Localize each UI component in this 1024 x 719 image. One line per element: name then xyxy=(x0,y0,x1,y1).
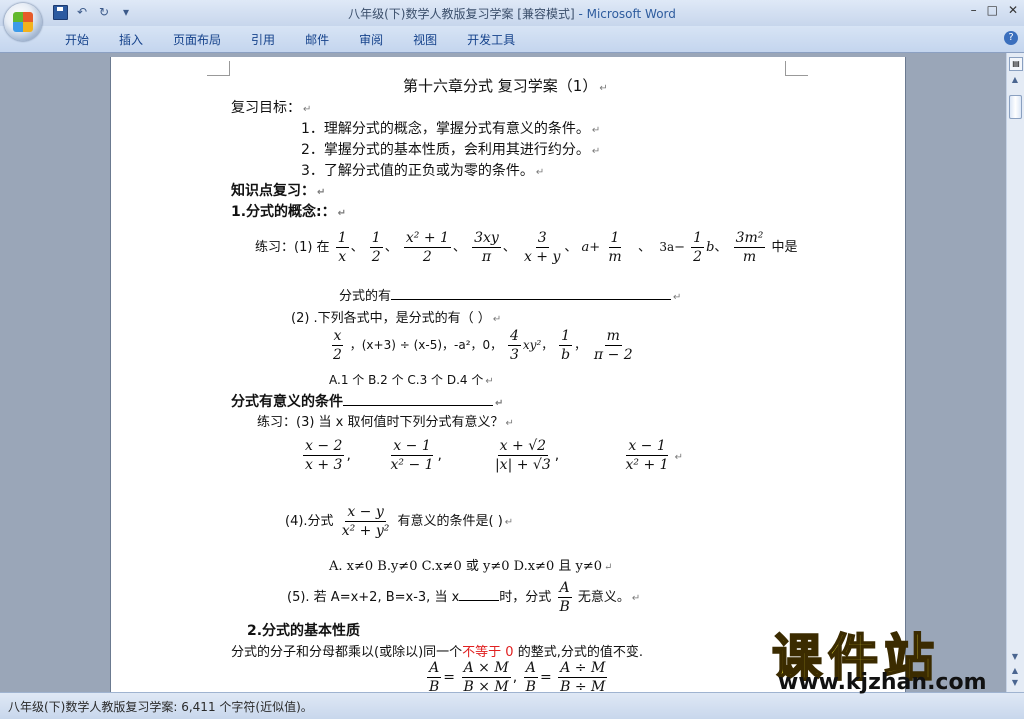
window-title: 八年级(下)数学人教版复习学案 [兼容模式] - Microsoft Word xyxy=(0,5,1024,22)
help-button[interactable]: ? xyxy=(1004,31,1018,45)
exercise-1-answer: 分式的有 ↵ xyxy=(339,289,682,304)
exercise-4: (4).分式 x − y x² + y² 有意义的条件是( ) ↵ xyxy=(285,504,514,539)
exercise-2-expressions: x2 ，(x+3) ÷ (x-5)，-a²，0， 4 3 xy²， 1 b， mπ −… xyxy=(331,328,633,363)
fraction-3xy-over-pi: 3xy π xyxy=(472,230,501,265)
tab-references[interactable]: 引用 xyxy=(236,31,290,48)
exercise-3-fractions: x − 2x + 3, x − 1 x² − 1, x + √2 |x| + √3,… xyxy=(303,438,683,473)
crop-mark-left xyxy=(207,61,230,76)
tab-insert[interactable]: 插入 xyxy=(104,31,158,48)
fraction-4-over-3: 43 xyxy=(507,328,521,363)
goals-label: 复习目标： ↵ xyxy=(231,100,312,116)
status-text: 八年级(下)数学人教版复习学案: 6,411 个字符(近似值)。 xyxy=(8,700,313,714)
fraction-1-over-2-b: 12 xyxy=(691,230,705,265)
property-text: 分式的分子和分母都乘以(或除以)同一个不等于 0 的整式,分式的值不变. xyxy=(231,645,643,660)
exercise-4-choices: A. x≠0 B.y≠0 C.x≠0 或 y≠0 D.x≠0 且 y≠0 ↵ xyxy=(329,559,613,574)
fraction-3-over-xpy: 3x + y xyxy=(523,230,561,265)
ruler-toggle-icon[interactable]: ▤ xyxy=(1009,57,1023,71)
crop-mark-right xyxy=(785,61,808,76)
help-icon: ? xyxy=(1008,32,1014,43)
fraction-sqrt-over-abs: x + √2 |x| + √3 xyxy=(494,438,551,473)
document-page[interactable]: 第十六章分式 复习学案（1） ↵ 复习目标： ↵ 1．理解分式的概念，掌握分式有意义… xyxy=(110,57,906,692)
fraction-AdM-over-BdM: A ÷ MB ÷ M xyxy=(558,660,608,692)
fraction-A-over-B-right: AB xyxy=(523,660,538,692)
goal-1: 1．理解分式的概念，掌握分式有意义的条件。 ↵ xyxy=(301,121,601,137)
exercise-2: (2) .下列各式中，是分式的有（ ） ↵ xyxy=(291,311,502,326)
watermark: 课件站 www.kjzhan.com xyxy=(771,618,1012,695)
meaning-label: 分式有意义的条件 ↵ xyxy=(231,394,504,410)
tab-home[interactable]: 开始 xyxy=(50,31,104,48)
close-button[interactable]: ✕ xyxy=(1008,3,1018,17)
vertical-scrollbar[interactable]: ▤ ▲ ▼ ▲ ▼ xyxy=(1006,53,1024,692)
fraction-x2p1-over-2: x² + 12 xyxy=(403,230,451,265)
fraction-m-over-pim2: mπ − 2 xyxy=(593,328,633,363)
goal-3: 3．了解分式值的正负或为零的条件。 ↵ xyxy=(301,163,545,179)
review-label: 知识点复习： ↵ xyxy=(231,183,326,199)
concept-label: 1.分式的概念:： ↵ xyxy=(231,204,347,220)
ribbon: 开始 插入 页面布局 引用 邮件 审阅 视图 开发工具 ? xyxy=(0,26,1024,53)
office-button[interactable] xyxy=(4,3,42,41)
fraction-1-over-2: 12 xyxy=(369,230,383,265)
window-controls: – □ ✕ xyxy=(971,3,1018,17)
property-label: 2.分式的基本性质 xyxy=(247,623,361,639)
goal-2: 2．掌握分式的基本性质，会利用其进行约分。 ↵ xyxy=(301,142,601,158)
fraction-xmy-over-x2py2: x − y x² + y² xyxy=(341,504,390,539)
doc-heading: 第十六章分式 复习学案（1） ↵ xyxy=(403,77,608,95)
fraction-xm1-over-x2p1: x − 1 x² + 1 xyxy=(625,438,669,473)
fraction-xm2-over-xp3: x − 2x + 3 xyxy=(303,438,345,473)
fraction-1-over-x: 1x xyxy=(335,230,349,265)
exercise-1: 练习：(1) 在 1 x、 1 2、 x² + 1 2、 3xy π、 3x + y、 … xyxy=(255,230,798,265)
fraction-xm1-over-x2m1: x − 1 x² − 1 xyxy=(390,438,434,473)
exercise-3: 练习：(3) 当 x 取何值时下列分式有意义？ ↵ xyxy=(257,415,514,430)
tab-view[interactable]: 视图 xyxy=(398,31,452,48)
title-bar: ↶ ↻ ▾ 八年级(下)数学人教版复习学案 [兼容模式] - Microsoft… xyxy=(0,0,1024,41)
fraction-AxM-over-BxM: A × MB × M xyxy=(461,660,511,692)
status-bar: 八年级(下)数学人教版复习学案: 6,411 个字符(近似值)。 xyxy=(0,692,1024,719)
watermark-url: www.kjzhan.com xyxy=(778,670,987,695)
fraction-A-over-B: AB xyxy=(557,580,572,615)
fraction-A-over-B-left: AB xyxy=(427,660,442,692)
fraction-1-over-m: 1m xyxy=(608,230,622,265)
exercise-2-choices: A.1 个 B.2 个 C.3 个 D.4 个 ↵ xyxy=(329,373,494,387)
scroll-thumb[interactable] xyxy=(1009,95,1022,119)
scroll-up-arrow[interactable]: ▲ xyxy=(1009,75,1021,87)
document-title: 八年级(下)数学人教版复习学案 [兼容模式] xyxy=(348,7,575,21)
property-formula: A B = A × MB × M, A B = A ÷ MB ÷ M xyxy=(425,659,609,692)
minimize-button[interactable]: – xyxy=(971,3,977,17)
fraction-3m2-over-m: 3m² m xyxy=(733,230,766,265)
fraction-1-over-b: 1b xyxy=(559,328,573,363)
tab-review[interactable]: 审阅 xyxy=(344,31,398,48)
app-name: - Microsoft Word xyxy=(574,7,676,21)
ribbon-tabs: 开始 插入 页面布局 引用 邮件 审阅 视图 开发工具 xyxy=(50,31,530,48)
document-area[interactable]: 第十六章分式 复习学案（1） ↵ 复习目标： ↵ 1．理解分式的概念，掌握分式有意义… xyxy=(0,53,1007,692)
exercise-5: (5). 若 A=x+2, B=x-3, 当 x 时，分式 AB 无意义。 ↵ xyxy=(287,580,641,615)
tab-page-layout[interactable]: 页面布局 xyxy=(158,31,236,48)
fraction-x-over-2: x2 xyxy=(331,328,344,363)
tab-mailings[interactable]: 邮件 xyxy=(290,31,344,48)
restore-button[interactable]: □ xyxy=(987,3,998,17)
tab-developer[interactable]: 开发工具 xyxy=(452,31,530,48)
office-logo-icon xyxy=(13,12,33,32)
